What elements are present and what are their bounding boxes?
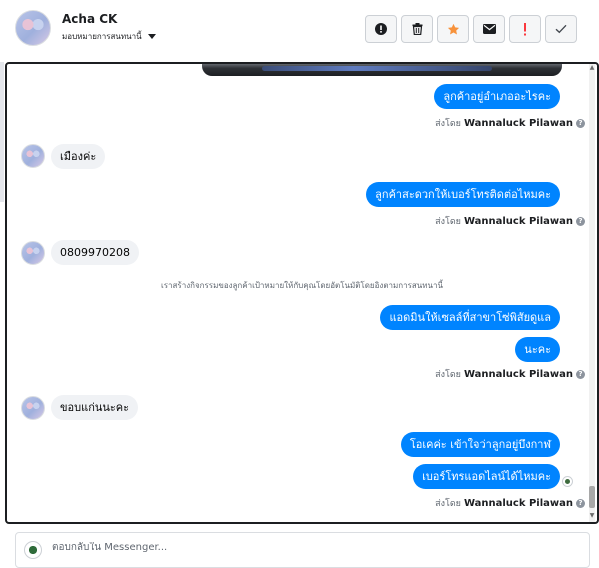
system-note: เราสร้างกิจกรรมของลูกค้าเป้าหมายให้กับคุ… [161, 281, 443, 290]
message-outgoing[interactable]: โอเคค่ะ เข้าใจว่าลูกอยู่บึงกาฬ [400, 432, 560, 457]
follow-up-button[interactable] [509, 15, 541, 43]
message-outgoing[interactable]: แอดมินให้เซลล์ที่สาขาโซ่พิสัยดูแล [380, 305, 560, 330]
message-incoming[interactable]: 0809970208 [51, 240, 139, 265]
reply-input[interactable] [52, 542, 572, 553]
help-icon[interactable]: ? [576, 498, 585, 508]
exclamation-circle-icon [375, 23, 387, 35]
scroll-thumb[interactable] [589, 486, 595, 508]
conversation-actions [365, 15, 577, 43]
message-incoming[interactable]: เมืองค่ะ [51, 144, 106, 169]
mark-done-button[interactable] [545, 15, 577, 43]
sent-by-prefix: ส่งโดย [435, 119, 461, 129]
contact-avatar-small[interactable] [21, 144, 45, 168]
sent-by-prefix: ส่งโดย [435, 217, 461, 227]
scroll-up-icon[interactable]: ▲ [589, 64, 595, 72]
exclamation-icon [524, 22, 526, 35]
contact-name[interactable]: Acha CK [62, 12, 117, 26]
contact-avatar-small[interactable] [21, 241, 45, 265]
message-outgoing[interactable]: ลูกค้าสะดวกให้เบอร์โทรติดต่อไหมคะ [366, 182, 560, 207]
sent-by-line: ส่งโดย Wannaluck Pilawan ? [435, 116, 585, 130]
star-button[interactable] [437, 15, 469, 43]
trash-icon [412, 23, 422, 35]
help-icon[interactable]: ? [576, 118, 585, 128]
sent-by-line: ส่งโดย Wannaluck Pilawan ? [435, 496, 585, 510]
page-avatar [24, 541, 42, 559]
sent-by-name[interactable]: Wannaluck Pilawan [464, 216, 573, 227]
assign-conversation-dropdown[interactable]: มอบหมายการสนทนานี้ [62, 30, 156, 43]
sent-by-line: ส่งโดย Wannaluck Pilawan ? [435, 214, 585, 228]
delete-button[interactable] [401, 15, 433, 43]
mark-spam-button[interactable] [365, 15, 397, 43]
sent-by-prefix: ส่งโดย [435, 370, 461, 380]
reply-bar [15, 532, 590, 568]
conversation-header: Acha CK มอบหมายการสนทนานี้ [0, 0, 599, 62]
seen-avatar [562, 476, 573, 487]
envelope-icon [482, 24, 496, 34]
message-outgoing[interactable]: เบอร์โทรแอดไลน์ได้ไหมคะ [413, 464, 560, 489]
message-incoming[interactable]: ขอบแก่นนะคะ [51, 395, 139, 420]
contact-avatar[interactable] [15, 10, 51, 46]
message-thread[interactable]: ลูกค้าอยู่อำเภออะไรคะ ส่งโดย Wannaluck P… [5, 62, 599, 524]
left-panel-edge [0, 62, 4, 202]
shared-photo[interactable] [202, 64, 562, 76]
sent-by-name[interactable]: Wannaluck Pilawan [464, 118, 573, 129]
help-icon[interactable]: ? [576, 369, 585, 379]
sent-by-name[interactable]: Wannaluck Pilawan [464, 369, 573, 380]
help-icon[interactable]: ? [576, 216, 585, 226]
contact-avatar-small[interactable] [21, 396, 45, 420]
scrollbar[interactable]: ▲ ▼ [588, 64, 596, 522]
scroll-track[interactable] [589, 64, 595, 522]
assign-conversation-label: มอบหมายการสนทนานี้ [62, 32, 142, 41]
check-icon [555, 24, 567, 34]
star-icon [447, 23, 459, 34]
sent-by-name[interactable]: Wannaluck Pilawan [464, 498, 573, 509]
caret-down-icon [147, 34, 156, 39]
message-outgoing[interactable]: ลูกค้าอยู่อำเภออะไรคะ [434, 84, 560, 109]
sent-by-prefix: ส่งโดย [435, 499, 461, 509]
sent-by-line: ส่งโดย Wannaluck Pilawan ? [435, 367, 585, 381]
message-outgoing[interactable]: นะคะ [515, 337, 560, 362]
mark-unread-button[interactable] [473, 15, 505, 43]
scroll-down-icon[interactable]: ▼ [589, 512, 595, 520]
